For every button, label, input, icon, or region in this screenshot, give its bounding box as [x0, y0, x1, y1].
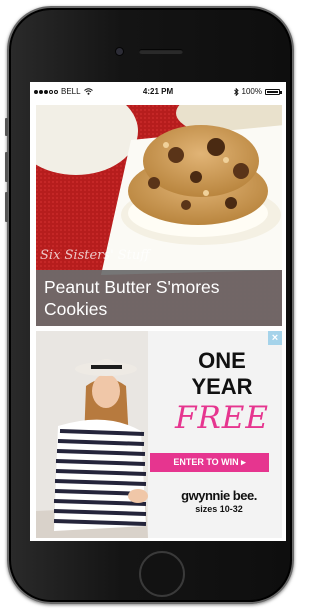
ad-banner[interactable]: × ONE YEAR FREE ENTER TO WIN ▸ gwynnie b… — [36, 331, 282, 538]
ad-brand-logo: gwynnie bee. — [181, 488, 257, 503]
phone-screen: BELL 4:21 PM 100% Six Sisters' Stuff Pea… — [30, 82, 286, 541]
home-button[interactable] — [139, 551, 185, 597]
ad-headline-line2: YEAR — [191, 374, 253, 399]
bluetooth-icon — [233, 87, 239, 96]
close-icon[interactable]: × — [268, 331, 282, 345]
volume-up-button — [5, 152, 8, 182]
ad-sizes-text: sizes 10-32 — [195, 504, 243, 514]
ad-headline-line1: ONE — [198, 348, 246, 373]
photo-watermark: Six Sisters' Stuff — [40, 248, 150, 263]
battery-icon — [265, 88, 282, 95]
article-card[interactable]: Six Sisters' Stuff Peanut Butter S'mores… — [36, 105, 282, 326]
status-bar: BELL 4:21 PM 100% — [30, 82, 286, 102]
front-camera — [116, 48, 123, 55]
battery-percent: 100% — [241, 87, 262, 96]
status-right: 100% — [233, 87, 282, 96]
mute-switch — [5, 118, 8, 136]
volume-down-button — [5, 192, 8, 222]
ad-headline-line3: FREE — [174, 400, 270, 436]
enter-to-win-button[interactable]: ENTER TO WIN ▸ — [150, 453, 269, 472]
article-title[interactable]: Peanut Butter S'mores Cookies — [36, 270, 282, 326]
earpiece-speaker — [139, 49, 183, 54]
